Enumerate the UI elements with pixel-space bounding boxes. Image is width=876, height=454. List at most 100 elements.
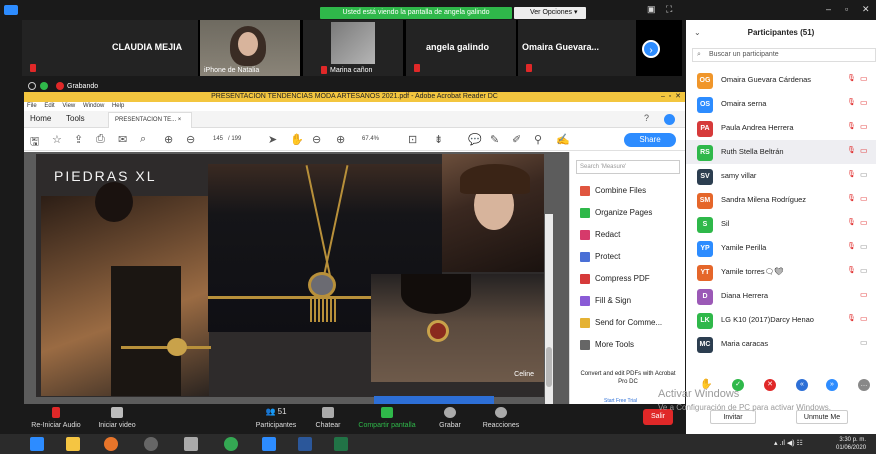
participant-row[interactable]: YP Yamile Perilla 🎙 ▭ bbox=[686, 236, 876, 260]
tab-home[interactable]: Home bbox=[30, 114, 51, 123]
invite-button[interactable]: Invitar bbox=[710, 410, 756, 424]
menu-help[interactable]: Help bbox=[112, 103, 124, 109]
no-icon[interactable]: ✕ bbox=[764, 379, 776, 391]
hand-tool-icon[interactable]: ✋ bbox=[290, 133, 304, 146]
chrome-icon[interactable] bbox=[224, 437, 238, 451]
video-tile[interactable]: iPhone de Natalia bbox=[200, 20, 300, 76]
participant-row[interactable]: YT Yamile torres🗨❤ 🎙 ▭ bbox=[686, 260, 876, 284]
slower-icon[interactable]: « bbox=[796, 379, 808, 391]
tools-search-input[interactable]: Search 'Measure' bbox=[576, 160, 680, 174]
tool-more-tools[interactable]: More Tools bbox=[580, 340, 634, 350]
participant-search-input[interactable]: ⌕ Buscar un participante bbox=[692, 48, 876, 62]
upload-icon[interactable]: ⇪ bbox=[74, 133, 83, 146]
video-tile[interactable]: Omaira Guevara... bbox=[518, 20, 636, 76]
minimize-window-icon[interactable]: – bbox=[826, 4, 831, 14]
zoom-out-icon[interactable]: ⊖ bbox=[312, 133, 321, 146]
menu-window[interactable]: Window bbox=[83, 103, 104, 109]
record-button[interactable]: Grabar bbox=[430, 407, 470, 429]
tool-label: Send for Comme... bbox=[595, 318, 663, 328]
zoom-level[interactable]: 67.4% bbox=[362, 136, 379, 142]
page-up-icon[interactable]: ⊕ bbox=[164, 133, 173, 146]
tab-tools[interactable]: Tools bbox=[66, 114, 85, 123]
save-icon[interactable]: 🖫 bbox=[30, 133, 39, 152]
participant-row[interactable]: SV samy villar 🎙 ▭ bbox=[686, 164, 876, 188]
firefox-icon[interactable] bbox=[104, 437, 118, 451]
tool-organize-pages[interactable]: Organize Pages bbox=[580, 208, 652, 218]
page-down-icon[interactable]: ⊖ bbox=[186, 133, 195, 146]
tool-protect[interactable]: Protect bbox=[580, 252, 620, 262]
scrollbar-thumb[interactable] bbox=[546, 347, 552, 387]
sign-icon[interactable]: ✍ bbox=[556, 133, 570, 146]
search-icon[interactable]: ⌕ bbox=[140, 133, 146, 146]
faster-icon[interactable]: » bbox=[826, 379, 838, 391]
print-icon[interactable]: ⎙ bbox=[96, 133, 105, 146]
share-button[interactable]: Share bbox=[624, 133, 676, 147]
excel-icon[interactable] bbox=[334, 437, 348, 451]
start-video-button[interactable]: Iniciar video bbox=[92, 407, 142, 429]
fit-page-icon[interactable]: ⊡ bbox=[408, 133, 417, 146]
participant-row[interactable]: S Sil 🎙 ▭ bbox=[686, 212, 876, 236]
participant-row[interactable]: MC Maria caracas ▭ bbox=[686, 332, 876, 356]
window-controls[interactable]: – ▫ ✕ bbox=[661, 92, 681, 102]
acrobat-window: PRESENTACION TENDENCIAS MODA ARTESANOS 2… bbox=[24, 92, 685, 446]
zoom-in-icon[interactable]: ⊕ bbox=[336, 133, 345, 146]
close-window-icon[interactable]: ✕ bbox=[862, 4, 870, 15]
layout-icon[interactable]: ▣ bbox=[647, 4, 656, 15]
highlight-pen-icon[interactable]: ✎ bbox=[490, 133, 499, 146]
menu-view[interactable]: View bbox=[62, 103, 75, 109]
select-cursor-icon[interactable]: ➤ bbox=[268, 133, 277, 146]
email-icon[interactable]: ✉ bbox=[118, 133, 127, 146]
video-tile[interactable]: CLAUDIA MEJIA bbox=[22, 20, 198, 76]
participant-row[interactable]: D Diana Herrera ▭ bbox=[686, 284, 876, 308]
menu-file[interactable]: File bbox=[27, 103, 37, 109]
participant-row[interactable]: LK LG K10 (2017)Darcy Henao 🎙 ▭ bbox=[686, 308, 876, 332]
next-page-button[interactable]: › bbox=[642, 40, 660, 58]
participant-row[interactable]: RS Ruth Stella Beltrán 🎙 ▭ bbox=[686, 140, 876, 164]
tool-redact[interactable]: Redact bbox=[580, 230, 620, 240]
reactions-button[interactable]: Reacciones bbox=[476, 407, 526, 429]
fullscreen-icon[interactable]: ⛶ bbox=[666, 4, 672, 15]
chat-button[interactable]: Chatear bbox=[310, 407, 346, 429]
document-viewport[interactable]: Celine PIEDRAS XL bbox=[24, 152, 569, 446]
word-icon[interactable] bbox=[298, 437, 312, 451]
stamp-icon[interactable]: ⚲ bbox=[534, 133, 542, 146]
system-tray-icons[interactable]: ▴ .ıl ◀) ☷ bbox=[774, 439, 803, 447]
tool-combine-files[interactable]: Combine Files bbox=[580, 186, 646, 196]
account-avatar[interactable] bbox=[664, 114, 675, 125]
participant-row[interactable]: SM Sandra Milena Rodríguez 🎙 ▭ bbox=[686, 188, 876, 212]
participant-row[interactable]: PA Paula Andrea Herrera 🎙 ▭ bbox=[686, 116, 876, 140]
video-tile[interactable]: Marina cañon bbox=[303, 20, 403, 76]
zoom-icon[interactable] bbox=[262, 437, 276, 451]
start-menu-icon[interactable] bbox=[30, 437, 44, 451]
tab-document[interactable]: PRESENTACION TE... × bbox=[108, 112, 192, 128]
info-icon[interactable] bbox=[28, 82, 36, 90]
video-tile[interactable]: angela galindo bbox=[406, 20, 516, 76]
participant-row[interactable]: OG Omaira Guevara Cárdenas 🎙 ▭ bbox=[686, 68, 876, 92]
comment-icon[interactable]: 💬 bbox=[468, 133, 482, 146]
tool-send-for-comment[interactable]: Send for Comme... bbox=[580, 318, 662, 328]
avatar: LK bbox=[697, 313, 713, 329]
share-screen-button[interactable]: Compartir pantalla bbox=[354, 407, 420, 429]
reinit-audio-button[interactable]: Re-Iniciar Audio bbox=[28, 407, 84, 429]
tool-compress-pdf[interactable]: Compress PDF bbox=[580, 274, 650, 284]
participants-button[interactable]: 👥 51 Participantes bbox=[246, 407, 306, 429]
tools-panel: Search 'Measure' Combine Files Organize … bbox=[569, 152, 685, 404]
unmute-me-button[interactable]: Unmute Me bbox=[796, 410, 848, 424]
bookmark-star-icon[interactable]: ☆ bbox=[52, 133, 62, 146]
view-options-button[interactable]: Ver Opciones ▾ bbox=[514, 7, 586, 19]
draw-icon[interactable]: ✐ bbox=[512, 133, 521, 146]
scroll-mode-icon[interactable]: ⇟ bbox=[434, 133, 443, 146]
participant-row[interactable]: OS Omaira serna 🎙 ▭ bbox=[686, 92, 876, 116]
shield-icon[interactable] bbox=[40, 82, 48, 90]
more-icon[interactable]: … bbox=[858, 379, 870, 391]
app-icon[interactable] bbox=[144, 437, 158, 451]
tool-fill-sign[interactable]: Fill & Sign bbox=[580, 296, 631, 306]
maximize-window-icon[interactable]: ▫ bbox=[845, 4, 848, 14]
app-icon[interactable] bbox=[184, 437, 198, 451]
help-icon[interactable]: ? bbox=[644, 113, 649, 123]
menu-edit[interactable]: Edit bbox=[44, 103, 54, 109]
system-clock[interactable]: 3:30 p. m. 01/06/2020 bbox=[836, 436, 866, 452]
page-number-current[interactable]: 145 bbox=[213, 136, 223, 142]
close-tab-icon[interactable]: × bbox=[178, 117, 182, 123]
file-explorer-icon[interactable] bbox=[66, 437, 80, 451]
